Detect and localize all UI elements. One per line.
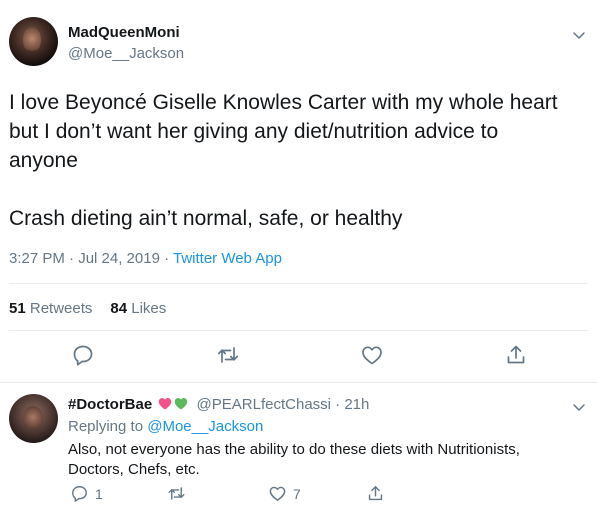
reply-author-name[interactable]: #DoctorBae: [68, 396, 152, 413]
reply-reply-button[interactable]: 1: [70, 484, 103, 503]
divider: [9, 330, 588, 331]
tweet-source-link[interactable]: Twitter Web App: [173, 250, 282, 267]
heart-icon: [268, 484, 287, 503]
likes-count: 84: [110, 300, 128, 317]
reply-icon[interactable]: [71, 343, 95, 367]
replying-to: Replying to @Moe__Jackson: [68, 418, 263, 435]
retweet-icon: [167, 484, 186, 503]
heart-icon[interactable]: [360, 343, 384, 367]
reply-text: Also, not everyone has the ability to do…: [68, 441, 520, 478]
retweet-icon[interactable]: [216, 343, 240, 367]
green-heart-emoji-icon: [174, 397, 188, 410]
share-icon[interactable]: [504, 343, 528, 367]
reply-like-button[interactable]: 7: [268, 484, 301, 503]
tweet-text-line: I love Beyoncé Giselle Knowles Carter wi…: [9, 91, 558, 114]
likes-stat[interactable]: 84 Likes: [110, 300, 166, 317]
tweet-stats: 51 Retweets 84 Likes: [9, 300, 166, 317]
divider: [9, 283, 588, 284]
pink-heart-emoji-icon: [158, 397, 172, 410]
reply-header: #DoctorBae @PEARLfectChassi · 21h: [68, 396, 369, 413]
chevron-down-icon[interactable]: [571, 399, 587, 415]
likes-label: Likes: [127, 300, 167, 317]
reply-retweet-button[interactable]: [167, 484, 186, 503]
tweet-text-line: but I don’t want her giving any diet/nut…: [9, 120, 499, 143]
reply-share-button[interactable]: [366, 484, 385, 503]
replying-to-prefix: Replying to: [68, 418, 148, 435]
chevron-down-icon[interactable]: [571, 27, 587, 43]
divider: [0, 382, 597, 383]
retweets-label: Retweets: [25, 300, 93, 317]
avatar[interactable]: [9, 17, 58, 66]
tweet-text-line: anyone: [9, 149, 78, 172]
replying-to-mention[interactable]: @Moe__Jackson: [147, 418, 263, 435]
like-count: 7: [293, 485, 301, 502]
tweet-timestamp[interactable]: 3:27 PM · Jul 24, 2019 ·: [9, 250, 173, 267]
share-icon: [366, 484, 385, 503]
reply-actions: 1 7: [0, 484, 597, 504]
author-display-name[interactable]: MadQueenMoni: [68, 24, 180, 41]
retweets-count: 51: [9, 300, 26, 317]
avatar[interactable]: [9, 394, 58, 443]
tweet-text-line: Crash dieting ain’t normal, safe, or hea…: [9, 207, 403, 230]
retweets-stat[interactable]: 51 Retweets: [9, 300, 92, 317]
author-handle[interactable]: @Moe__Jackson: [68, 45, 184, 62]
reply-icon: [70, 484, 89, 503]
reply-author-handle-time[interactable]: @PEARLfectChassi · 21h: [197, 396, 370, 413]
tweet-text: I love Beyoncé Giselle Knowles Carter wi…: [9, 88, 589, 233]
tweet-metadata: 3:27 PM · Jul 24, 2019 · Twitter Web App: [9, 250, 282, 267]
tweet-actions: [0, 343, 597, 369]
reply-count: 1: [95, 485, 103, 502]
